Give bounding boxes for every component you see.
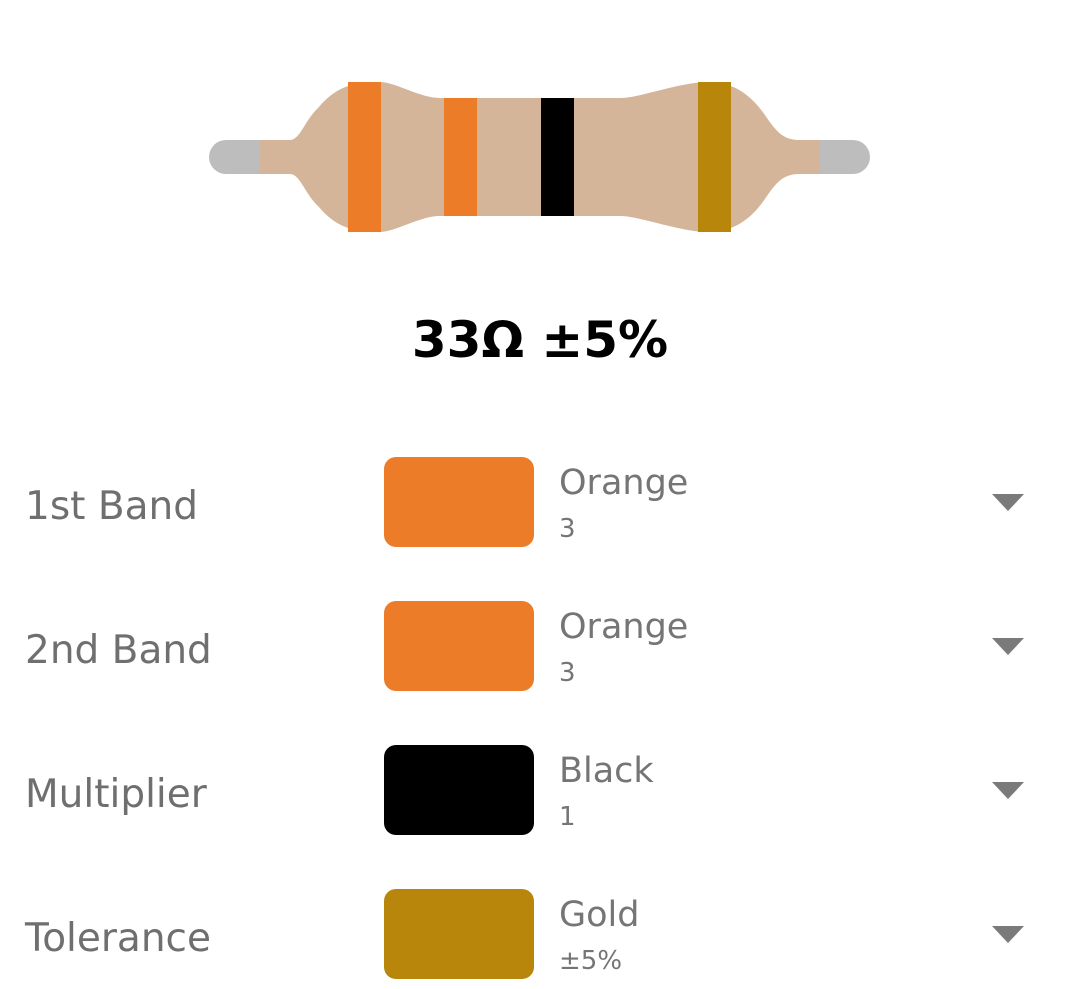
color-swatch[interactable] <box>384 457 534 547</box>
resistor-band-2 <box>444 98 477 216</box>
resistor-illustration <box>0 0 1080 260</box>
color-value: 3 <box>559 514 576 544</box>
color-value: 1 <box>559 802 576 832</box>
resistor-band-1 <box>348 82 381 232</box>
dropdown-arrow-icon[interactable] <box>992 638 1024 655</box>
color-value: 3 <box>559 658 576 688</box>
color-swatch[interactable] <box>384 745 534 835</box>
resistor-band-3 <box>541 98 574 216</box>
color-name: Orange <box>559 607 689 647</box>
color-name: Black <box>559 751 654 791</box>
band-row-multiplier[interactable]: Multiplier Black 1 <box>0 745 1080 845</box>
resistor-body <box>260 82 820 232</box>
color-value: ±5% <box>559 946 623 976</box>
band-label: Multiplier <box>25 772 207 817</box>
dropdown-arrow-icon[interactable] <box>992 782 1024 799</box>
resistance-result: 33Ω ±5% <box>411 311 669 369</box>
band-label: 2nd Band <box>25 628 212 673</box>
band-row-1st[interactable]: 1st Band Orange 3 <box>0 457 1080 557</box>
band-row-tolerance[interactable]: Tolerance Gold ±5% <box>0 889 1080 989</box>
resistor-band-4 <box>698 82 731 232</box>
dropdown-arrow-icon[interactable] <box>992 926 1024 943</box>
dropdown-arrow-icon[interactable] <box>992 494 1024 511</box>
band-label: 1st Band <box>25 484 198 529</box>
band-label: Tolerance <box>25 916 211 961</box>
band-row-2nd[interactable]: 2nd Band Orange 3 <box>0 601 1080 701</box>
color-name: Orange <box>559 463 689 503</box>
color-swatch[interactable] <box>384 601 534 691</box>
color-name: Gold <box>559 895 640 935</box>
color-swatch[interactable] <box>384 889 534 979</box>
